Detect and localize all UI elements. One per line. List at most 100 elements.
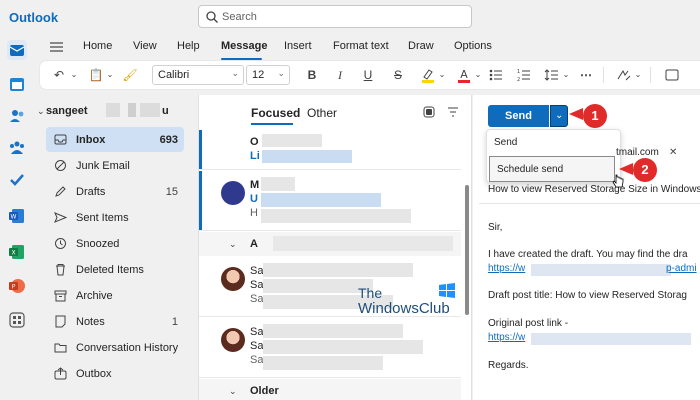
tab-message[interactable]: Message: [221, 40, 267, 52]
font-color-dropdown-icon[interactable]: ⌄: [470, 67, 486, 83]
message-list: Focused Other O Li M U H ⌄ A Sa Sa Sa Sa: [198, 95, 472, 400]
menu-item-send[interactable]: Send: [487, 130, 622, 156]
svg-text:P: P: [12, 284, 16, 291]
message-subject: U: [250, 193, 258, 205]
outbox-icon: [54, 367, 67, 380]
tab-options[interactable]: Options: [454, 40, 492, 52]
svg-text:W: W: [11, 214, 17, 221]
folder-label: Conversation History: [76, 342, 179, 354]
body-closing[interactable]: Regards.: [488, 360, 529, 371]
body-link[interactable]: https://w: [488, 263, 525, 274]
excel-icon[interactable]: X: [7, 242, 27, 262]
group-label: A: [250, 238, 258, 250]
strikethrough-icon[interactable]: S: [390, 67, 406, 83]
calendar-icon[interactable]: [7, 74, 27, 94]
bullets-icon[interactable]: [488, 67, 504, 83]
group-header[interactable]: ⌄ Older: [199, 379, 461, 400]
tab-help[interactable]: Help: [177, 40, 200, 52]
recipient-chip[interactable]: tmail.com: [616, 147, 659, 158]
folder-label: Inbox: [76, 134, 106, 146]
tab-format-text[interactable]: Format text: [333, 40, 389, 52]
body-greeting[interactable]: Sir,: [488, 222, 502, 233]
body-paragraph[interactable]: Draft post title: How to view Reserved S…: [488, 290, 687, 301]
list-item[interactable]: Sa Sa Sa: [199, 318, 461, 378]
list-item[interactable]: O Li: [199, 130, 461, 170]
teams-groups-icon[interactable]: [7, 138, 27, 158]
underline-icon[interactable]: U: [360, 67, 376, 83]
search-box[interactable]: Search: [198, 5, 472, 28]
junk-icon: [55, 160, 66, 171]
mail-icon[interactable]: [7, 40, 27, 60]
people-icon[interactable]: [7, 106, 27, 126]
list-item[interactable]: M U H: [199, 171, 461, 231]
folder-label: Sent Items: [76, 212, 129, 224]
folder-conversation-history[interactable]: Conversation History: [46, 335, 184, 360]
word-icon[interactable]: W: [7, 206, 27, 226]
account-name[interactable]: sangeet: [46, 105, 88, 117]
filter-icon[interactable]: [446, 105, 460, 119]
send-options-button[interactable]: ⌄: [550, 105, 568, 127]
menu-item-schedule-send[interactable]: Schedule send: [489, 156, 615, 182]
editor-dropdown-icon[interactable]: ⌄: [630, 67, 646, 83]
more-apps-icon[interactable]: [7, 310, 27, 330]
send-button[interactable]: Send: [488, 105, 549, 127]
folder-label: Archive: [76, 290, 113, 302]
tab-home[interactable]: Home: [83, 40, 112, 52]
svg-text:1: 1: [517, 69, 520, 75]
folder-outbox[interactable]: Outbox: [46, 361, 184, 386]
toolbar-divider: [650, 67, 651, 83]
folder-inbox[interactable]: Inbox 693: [46, 127, 184, 152]
select-mode-icon[interactable]: [422, 105, 436, 119]
callout-badge: 1: [583, 104, 607, 128]
focused-tab-indicator: [251, 123, 293, 125]
body-paragraph[interactable]: I have created the draft. You may find t…: [488, 249, 688, 260]
search-placeholder[interactable]: Search: [222, 11, 257, 23]
body-link[interactable]: https://w: [488, 332, 525, 343]
subject-field[interactable]: How to view Reserved Storage Size in Win…: [488, 184, 700, 195]
folder-deleted-items[interactable]: Deleted Items: [46, 257, 184, 282]
redacted-block: [140, 103, 160, 117]
tab-draw[interactable]: Draw: [408, 40, 434, 52]
folder-sent-items[interactable]: Sent Items: [46, 205, 184, 230]
folder-junk-email[interactable]: Junk Email: [46, 153, 184, 178]
folder-archive[interactable]: Archive: [46, 283, 184, 308]
folder-drafts[interactable]: Drafts 15: [46, 179, 184, 204]
folder-notes[interactable]: Notes 1: [46, 309, 184, 334]
spacing-dropdown-icon[interactable]: ⌄: [558, 67, 574, 83]
svg-text:X: X: [11, 250, 15, 257]
numbering-icon[interactable]: 12: [516, 67, 532, 83]
font-name-select[interactable]: Calibri ⌄: [152, 65, 244, 85]
italic-icon[interactable]: I: [332, 67, 348, 83]
tab-focused[interactable]: Focused: [251, 106, 300, 120]
callout-badge: 2: [633, 158, 657, 182]
body-paragraph[interactable]: Original post link -: [488, 318, 568, 329]
powerpoint-icon[interactable]: P: [7, 276, 27, 296]
highlight-dropdown-icon[interactable]: ⌄: [434, 67, 450, 83]
callout-arrow: [569, 108, 583, 120]
scrollbar[interactable]: [465, 185, 469, 315]
group-header[interactable]: ⌄ A: [199, 232, 461, 256]
undo-icon[interactable]: ↶: [51, 67, 67, 83]
folder-snoozed[interactable]: Snoozed: [46, 231, 184, 256]
message-subject: Sa: [250, 279, 264, 291]
folder-icon: [54, 343, 67, 353]
folder-label: Snoozed: [76, 238, 120, 250]
undo-dropdown-icon[interactable]: ⌄: [66, 67, 82, 83]
pencil-icon: [55, 186, 66, 197]
clipboard-dropdown-icon[interactable]: ⌄: [102, 67, 118, 83]
attach-image-icon[interactable]: [664, 67, 680, 83]
tab-view[interactable]: View: [133, 40, 157, 52]
ribbon-tabs: Home View Help Message Insert Format tex…: [34, 34, 700, 60]
body-link-end[interactable]: p-admi: [666, 263, 697, 274]
avatar: [221, 328, 245, 352]
chevron-down-icon[interactable]: ⌄: [37, 106, 45, 117]
tab-insert[interactable]: Insert: [284, 40, 312, 52]
format-painter-icon[interactable]: 🖌: [122, 67, 138, 83]
bold-icon[interactable]: B: [304, 67, 320, 83]
tab-other[interactable]: Other: [307, 106, 337, 120]
more-options-icon[interactable]: ⋯: [578, 67, 594, 83]
font-size-select[interactable]: 12 ⌄: [246, 65, 290, 85]
todo-check-icon[interactable]: [7, 170, 27, 190]
hamburger-menu-icon[interactable]: [50, 42, 63, 52]
close-icon[interactable]: ✕: [669, 147, 677, 158]
